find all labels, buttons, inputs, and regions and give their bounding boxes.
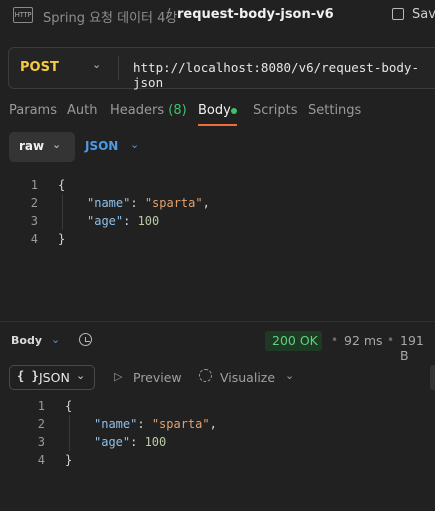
request-name[interactable]: request-body-json-v6 bbox=[177, 7, 334, 22]
indent-guide bbox=[62, 194, 63, 230]
chevron-down-icon[interactable]: ⌄ bbox=[92, 58, 101, 71]
response-actions-button[interactable] bbox=[430, 365, 435, 390]
play-icon[interactable]: ▷ bbox=[114, 370, 122, 383]
pane-resize-handle[interactable] bbox=[0, 321, 435, 322]
tab-params[interactable]: Params bbox=[9, 103, 57, 118]
line-number: 1 bbox=[30, 178, 38, 192]
json-key: "age" bbox=[94, 435, 131, 449]
tab-auth[interactable]: Auth bbox=[67, 103, 97, 118]
active-tab-indicator bbox=[198, 124, 237, 126]
response-body-select[interactable]: Body bbox=[11, 334, 42, 347]
code-line: { bbox=[65, 399, 72, 413]
brace: { bbox=[65, 399, 73, 413]
preview-button[interactable]: Preview bbox=[133, 370, 182, 385]
body-language-select[interactable]: JSON bbox=[85, 139, 118, 153]
braces-icon: { } bbox=[17, 369, 39, 383]
visualize-button[interactable]: Visualize bbox=[220, 370, 275, 385]
separator-dot: • bbox=[387, 333, 395, 347]
brace: { bbox=[58, 178, 66, 192]
json-key: "name" bbox=[87, 196, 131, 210]
tab-body[interactable]: Body bbox=[198, 103, 231, 118]
json-key: "age" bbox=[87, 214, 124, 228]
response-format-label: JSON bbox=[39, 370, 70, 385]
chevron-down-icon[interactable]: ⌄ bbox=[285, 369, 294, 382]
code-line[interactable]: } bbox=[58, 232, 65, 246]
code-line: "age": 100 bbox=[94, 435, 166, 449]
save-icon[interactable] bbox=[392, 8, 404, 20]
code-line: } bbox=[65, 453, 72, 467]
status-code: 200 OK bbox=[272, 333, 318, 348]
json-number-value: 100 bbox=[137, 214, 160, 228]
body-modified-dot bbox=[231, 108, 237, 114]
breadcrumb-separator: / bbox=[166, 7, 171, 22]
json-number-value: 100 bbox=[144, 435, 167, 449]
response-size[interactable]: 191 B bbox=[400, 333, 435, 363]
tab-headers[interactable]: Headers (8) bbox=[110, 103, 187, 118]
divider bbox=[118, 56, 119, 80]
tab-headers-label: Headers bbox=[110, 103, 165, 118]
visualize-icon[interactable] bbox=[199, 369, 212, 382]
json-colon: : bbox=[123, 214, 138, 228]
chevron-down-icon: ⌄ bbox=[52, 138, 62, 151]
history-icon-hand bbox=[85, 337, 90, 342]
http-file-icon: HTTP bbox=[13, 7, 33, 23]
line-number: 2 bbox=[37, 417, 45, 431]
line-number: 3 bbox=[37, 435, 45, 449]
line-number: 3 bbox=[30, 214, 38, 228]
breadcrumb-collection[interactable]: Spring 요청 데이터 4강 bbox=[43, 7, 177, 26]
line-number: 2 bbox=[30, 196, 38, 210]
json-colon: : bbox=[137, 417, 152, 431]
separator-dot: • bbox=[331, 333, 339, 347]
brace: } bbox=[58, 232, 66, 246]
chevron-down-icon[interactable]: ⌄ bbox=[51, 333, 60, 346]
json-string-value: "sparta" bbox=[144, 196, 203, 210]
line-number: 4 bbox=[37, 453, 45, 467]
line-number: 4 bbox=[30, 232, 38, 246]
code-line[interactable]: { bbox=[58, 178, 65, 192]
response-time[interactable]: 92 ms bbox=[344, 333, 383, 348]
json-comma: , bbox=[202, 196, 210, 210]
code-line[interactable]: "name": "sparta", bbox=[87, 196, 210, 210]
code-line[interactable]: "age": 100 bbox=[87, 214, 159, 228]
line-number: 1 bbox=[37, 399, 45, 413]
url-input[interactable]: http://localhost:8080/v6/request-body-js… bbox=[133, 60, 435, 90]
json-string-value: "sparta" bbox=[151, 417, 210, 431]
brace: } bbox=[65, 453, 73, 467]
code-line: "name": "sparta", bbox=[94, 417, 217, 431]
chevron-down-icon: ⌄ bbox=[76, 369, 86, 382]
tab-settings[interactable]: Settings bbox=[308, 103, 361, 118]
json-colon: : bbox=[130, 435, 145, 449]
indent-guide bbox=[69, 415, 70, 451]
headers-count-badge: (8) bbox=[168, 103, 187, 118]
chevron-down-icon[interactable]: ⌄ bbox=[130, 138, 139, 151]
method-select[interactable]: POST bbox=[20, 60, 59, 75]
json-colon: : bbox=[130, 196, 145, 210]
json-key: "name" bbox=[94, 417, 138, 431]
save-button[interactable]: Save bbox=[412, 7, 435, 22]
json-comma: , bbox=[209, 417, 217, 431]
tab-scripts[interactable]: Scripts bbox=[253, 103, 297, 118]
body-mode-label: raw bbox=[19, 139, 45, 153]
